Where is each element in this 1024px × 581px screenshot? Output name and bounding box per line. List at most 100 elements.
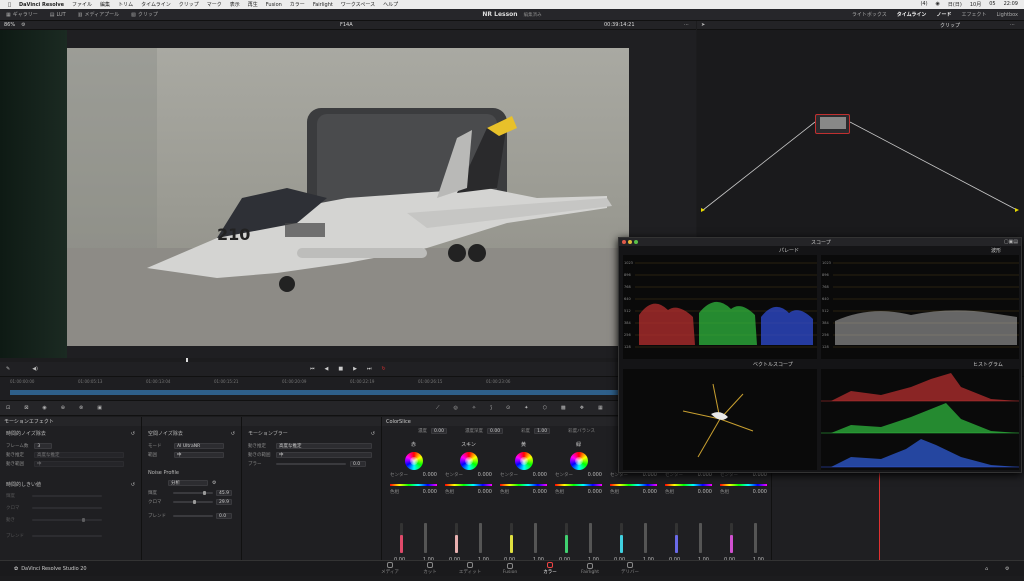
slice-bar-a[interactable] [400,523,403,553]
video-frame[interactable]: 210 [67,48,629,346]
play-button[interactable]: ▶ [353,366,357,372]
slice-hue-strip[interactable] [500,484,547,486]
slice-color-wheel[interactable] [459,452,478,470]
reset-icon[interactable]: ↺ [231,431,235,437]
slice-bar-b[interactable] [424,523,427,553]
slice-bar-b[interactable] [479,523,482,553]
nav-color[interactable]: カラー [530,562,570,575]
rgb-mixer-icon[interactable]: ⊗ [79,405,83,411]
blur-icon[interactable]: ⬡ [542,405,546,411]
slice-hue-value[interactable]: 0.000 [423,489,437,495]
qualifier-icon[interactable]: ✧ [472,405,476,411]
reset-icon[interactable]: ↺ [131,482,135,488]
menu-mark[interactable]: マーク [207,1,222,8]
slice-bar-a[interactable] [565,523,568,553]
menu-workspace[interactable]: ワークスペース [341,1,375,8]
warper-icon[interactable]: ◎ [454,405,458,411]
timeline-button[interactable]: タイムライン [897,11,927,18]
media-pool-button[interactable]: ▥ メディアプール [78,11,119,19]
slice-hue-strip[interactable] [445,484,492,486]
slice-hue-value[interactable]: 0.000 [643,489,657,495]
camera-raw-icon[interactable]: ⊡ [6,405,10,411]
more-icon[interactable]: ⋯ [684,22,689,28]
menu-app-name[interactable]: DaVinci Resolve [19,2,64,8]
waveform-select[interactable]: 波形 [991,247,1001,254]
mb-range-select[interactable]: 中 [276,452,372,458]
timeline-clip-track[interactable] [10,390,620,395]
viewer-options-icon[interactable]: ⚙ [21,22,25,28]
slice-bar-a[interactable] [730,523,733,553]
slice-bar-b[interactable] [699,523,702,553]
volume-icon[interactable]: ◀) [32,366,38,372]
mb-amount-slider[interactable] [276,463,346,465]
menu-clip[interactable]: クリップ [179,1,199,8]
clip-name[interactable]: F14A [340,22,353,28]
range-select[interactable]: 中 [34,461,124,467]
chroma-slider[interactable] [32,507,102,509]
vectorscope-select[interactable]: ベクトルスコープ [753,361,793,368]
sp-blend-value[interactable]: 0.0 [216,513,232,519]
clips-button[interactable]: ▧ クリップ [131,11,158,19]
mb-amount-value[interactable]: 0.0 [350,461,366,467]
menu-help[interactable]: ヘルプ [383,1,398,8]
lightbox-export-button[interactable]: ライトボックス [852,11,887,18]
menu-color[interactable]: カラー [290,1,305,8]
home-icon[interactable]: ⌂ [985,566,988,572]
motion-effects-icon[interactable]: ▣ [97,405,102,411]
mo-est-select[interactable]: 高度な推定 [34,452,124,458]
apple-icon[interactable]:  [8,2,11,8]
menu-timeline[interactable]: タイムライン [141,1,171,8]
wifi-icon[interactable]: ◉ [936,1,940,8]
go-start-button[interactable]: ⏮ [310,366,315,372]
analyze-button[interactable]: 分析 [168,480,208,486]
status-item[interactable]: (4) [920,1,927,8]
motion-slider[interactable] [32,518,102,522]
color-match-icon[interactable]: ⊠ [24,405,28,411]
menu-fairlight[interactable]: Fairlight [313,2,333,8]
slice-bar-b[interactable] [644,523,647,553]
slice-hue-value[interactable]: 0.000 [478,489,492,495]
sp-luma-value[interactable]: 45.9 [216,490,232,496]
slice-color-wheel[interactable] [404,452,423,470]
luma-slider[interactable] [32,495,102,497]
slice-hue-strip[interactable] [665,484,712,486]
reset-icon[interactable]: ↺ [131,431,135,437]
curves-icon[interactable]: ⟋ [436,405,440,411]
nav-deliver[interactable]: デリバー [610,562,650,575]
lut-button[interactable]: ▤ LUT [50,12,66,18]
menu-view[interactable]: 表示 [230,1,240,8]
zoom-window-button[interactable] [634,240,638,244]
sp-blend-slider[interactable] [173,515,213,517]
slice-color-wheel[interactable] [514,452,533,470]
slice-bar-b[interactable] [534,523,537,553]
slice-hue-value[interactable]: 0.000 [588,489,602,495]
reverse-button[interactable]: ◀ [325,366,329,372]
primaries-icon[interactable]: ◉ [42,405,46,411]
lightbox-button[interactable]: Lightbox [996,11,1018,18]
slice-bar-a[interactable] [455,523,458,553]
slice-center-value[interactable]: 0.000 [478,472,492,478]
slice-center-value[interactable]: 0.000 [588,472,602,478]
effects-button[interactable]: エフェクト [961,11,986,18]
pointer-tool-icon[interactable]: ➤ [701,22,705,28]
node-mode-select[interactable]: クリップ [940,22,960,29]
slice-color-wheel[interactable] [569,452,588,470]
node-01[interactable] [815,114,850,134]
menu-playback[interactable]: 再生 [248,1,258,8]
nav-fusion[interactable]: Fusion [490,562,530,575]
slice-bar-a[interactable] [675,523,678,553]
nodes-button[interactable]: ノード [936,11,951,18]
window-icon[interactable]: ⊙ [506,405,510,411]
reset-icon[interactable]: ↺ [371,431,375,437]
density-value[interactable]: 0.00 [431,428,448,434]
loop-button[interactable]: ↻ [381,366,385,372]
layout-icon[interactable]: ▢▣▤ [1004,239,1018,245]
menu-file[interactable]: ファイル [72,1,92,8]
sp-chroma-value[interactable]: 29.9 [216,499,232,505]
nav-media[interactable]: メディア [370,562,410,575]
slice-bar-b[interactable] [754,523,757,553]
settings-icon[interactable]: ⚙ [1005,566,1009,572]
gallery-button[interactable]: ▦ ギャラリー [6,11,38,19]
mb-est-select[interactable]: 高度な推定 [276,443,372,449]
hdr-icon[interactable]: ⊕ [61,405,65,411]
